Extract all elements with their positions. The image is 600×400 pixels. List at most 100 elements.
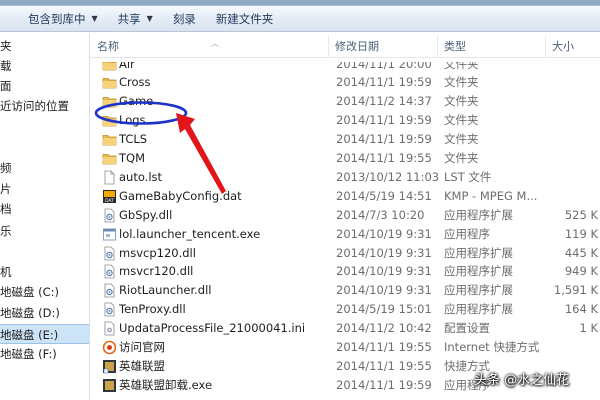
column-header: ︿ 名称 修改日期 类型 大小 [91, 36, 600, 58]
file-size [549, 168, 600, 187]
file-size: 525 K [564, 207, 598, 222]
file-name: Logs [119, 113, 146, 128]
nav-item-label: 片 [0, 182, 12, 196]
file-name: UpdataProcessFile_21000041.ini [119, 321, 306, 336]
file-modified-date: 2014/11/1 19:59 [336, 132, 432, 147]
file-name: TCLS [119, 132, 148, 147]
file-name: lol.launcher_tencent.exe [119, 226, 261, 241]
file-size: 164 K [564, 302, 598, 317]
file-row[interactable]: UpdataProcessFile_21000041.ini 2014/11/2 … [91, 319, 600, 338]
nav-item[interactable]: 档 [0, 199, 89, 219]
file-modified-date: 2014/11/1 19:59 [336, 377, 432, 392]
nav-item[interactable]: 地磁盘 (C:) [0, 282, 89, 302]
nav-item-label: 夹 [0, 39, 12, 53]
dll-extension-icon [102, 264, 117, 279]
file-type: 应用程序扩展 [444, 207, 513, 222]
include-in-library-button[interactable]: 包含到库中 ▼ [18, 8, 108, 30]
file-modified-date: 2014/5/19 15:01 [336, 302, 432, 317]
file-row[interactable]: Game 2014/11/2 14:37 文件夹 [91, 92, 600, 111]
game-uninstaller-icon [102, 378, 117, 393]
nav-item-label: 载 [0, 59, 12, 73]
column-date-label: 修改日期 [335, 40, 379, 53]
share-button[interactable]: 共享 ▼ [108, 8, 163, 30]
game-shortcut-icon [102, 359, 117, 374]
file-type: 文件夹 [444, 75, 479, 90]
nav-item[interactable]: 机 [0, 262, 89, 282]
file-row[interactable]: TenProxy.dll 2014/5/19 15:01 应用程序扩展 164 K [91, 300, 600, 319]
file-size: 1,591 K [553, 283, 598, 298]
file-name: Cross [119, 75, 151, 90]
file-row[interactable]: auto.lst 2013/10/12 11:03 LST 文件 [91, 168, 600, 187]
nav-item[interactable]: 面 [0, 76, 89, 96]
file-size [549, 92, 600, 111]
nav-item[interactable]: 频 [0, 158, 89, 178]
file-row[interactable]: GbSpy.dll 2014/7/3 10:20 应用程序扩展 525 K [91, 206, 600, 225]
file-list: Air 2014/11/1 20:00 文件夹 Cross 2014/11/1 19:5… [91, 62, 600, 400]
file-type: LST 文件 [444, 169, 492, 184]
file-type: 应用程序扩展 [444, 302, 513, 317]
application-icon [102, 227, 117, 242]
file-name: 英雄联盟卸载.exe [119, 377, 213, 392]
column-type-header[interactable]: 类型 [438, 36, 546, 58]
file-row[interactable]: DAT GameBabyConfig.dat 2014/5/19 14:51 KMP … [91, 187, 600, 206]
file-modified-date: 2014/5/19 14:51 [336, 188, 432, 203]
column-date-header[interactable]: 修改日期 [329, 36, 438, 58]
file-name: msvcp120.dll [119, 245, 196, 260]
nav-item[interactable]: 地磁盘 (E:) [0, 324, 89, 344]
file-row[interactable]: lol.launcher_tencent.exe 2014/10/19 9:31 应… [91, 225, 600, 244]
file-row[interactable]: Logs 2014/11/1 19:59 文件夹 [91, 111, 600, 130]
file-size [549, 111, 600, 130]
file-modified-date: 2014/10/19 9:31 [336, 264, 432, 279]
file-size [549, 73, 600, 92]
file-modified-date: 2014/11/2 10:42 [336, 321, 432, 336]
nav-item-label: 频 [0, 161, 12, 175]
file-row[interactable]: Cross 2014/11/1 19:59 文件夹 [91, 73, 600, 92]
file-modified-date: 2014/10/19 9:31 [336, 245, 432, 260]
file-modified-date: 2014/11/1 19:55 [336, 358, 432, 373]
new-folder-button[interactable]: 新建文件夹 [206, 8, 284, 30]
kmp-media-file-icon: DAT [102, 189, 117, 204]
file-icon [102, 170, 117, 185]
file-name: Air [119, 62, 135, 71]
column-name-header[interactable]: 名称 [91, 36, 329, 58]
folder-icon [102, 62, 117, 72]
nav-item[interactable]: 载 [0, 56, 89, 76]
nav-item[interactable]: 地磁盘 (F:) [0, 344, 89, 364]
folder-icon [102, 113, 117, 128]
navigation-pane: 夹载面近访问的位置频片档乐机地磁盘 (C:) 地磁盘 (D:) 地磁盘 (E:) 地磁… [0, 33, 90, 400]
file-row[interactable]: 访问官网 2014/11/1 19:55 Internet 快捷方式 [91, 338, 600, 357]
file-row[interactable]: Air 2014/11/1 20:00 文件夹 [91, 62, 600, 74]
file-row[interactable]: msvcp120.dll 2014/10/19 9:31 应用程序扩展 445 K [91, 244, 600, 263]
share-label: 共享 [117, 11, 141, 26]
nav-item-label: 地磁盘 (E:) [0, 328, 59, 342]
nav-item-label: 近访问的位置 [0, 99, 69, 113]
file-name: TenProxy.dll [119, 302, 186, 317]
nav-item-label: 档 [0, 202, 12, 216]
nav-item[interactable]: 地磁盘 (D:) [0, 303, 89, 323]
file-modified-date: 2013/10/12 11:03 [336, 169, 440, 184]
nav-item[interactable]: 乐 [0, 221, 89, 241]
file-row[interactable]: TCLS 2014/11/1 19:59 文件夹 [91, 130, 600, 149]
nav-item[interactable]: 夹 [0, 36, 89, 56]
file-row[interactable]: TQM 2014/11/1 19:55 文件夹 [91, 149, 600, 168]
burn-button[interactable]: 刻录 [163, 8, 206, 30]
file-modified-date: 2014/11/1 19:55 [336, 340, 432, 354]
folder-icon [102, 75, 117, 90]
file-name: GbSpy.dll [119, 207, 173, 222]
file-name: Game [119, 94, 154, 109]
file-type: 文件夹 [444, 132, 479, 147]
file-row[interactable]: RiotLauncher.dll 2014/10/19 9:31 应用程序扩展 1,5… [91, 281, 600, 300]
nav-item[interactable]: 片 [0, 179, 89, 199]
file-size [549, 62, 600, 74]
file-name: msvcr120.dll [119, 264, 194, 279]
column-size-header[interactable]: 大小 [546, 36, 600, 58]
nav-item-label: 面 [0, 79, 12, 93]
new-folder-label: 新建文件夹 [215, 11, 274, 26]
chevron-down-icon: ▼ [91, 14, 98, 23]
nav-item[interactable]: 近访问的位置 [0, 96, 89, 116]
column-size-label: 大小 [552, 40, 574, 53]
nav-item-label: 地磁盘 (D:) [0, 306, 60, 320]
file-row[interactable]: msvcr120.dll 2014/10/19 9:31 应用程序扩展 949 K [91, 262, 600, 281]
svg-text:DAT: DAT [105, 198, 114, 204]
file-size: 119 K [564, 226, 598, 241]
